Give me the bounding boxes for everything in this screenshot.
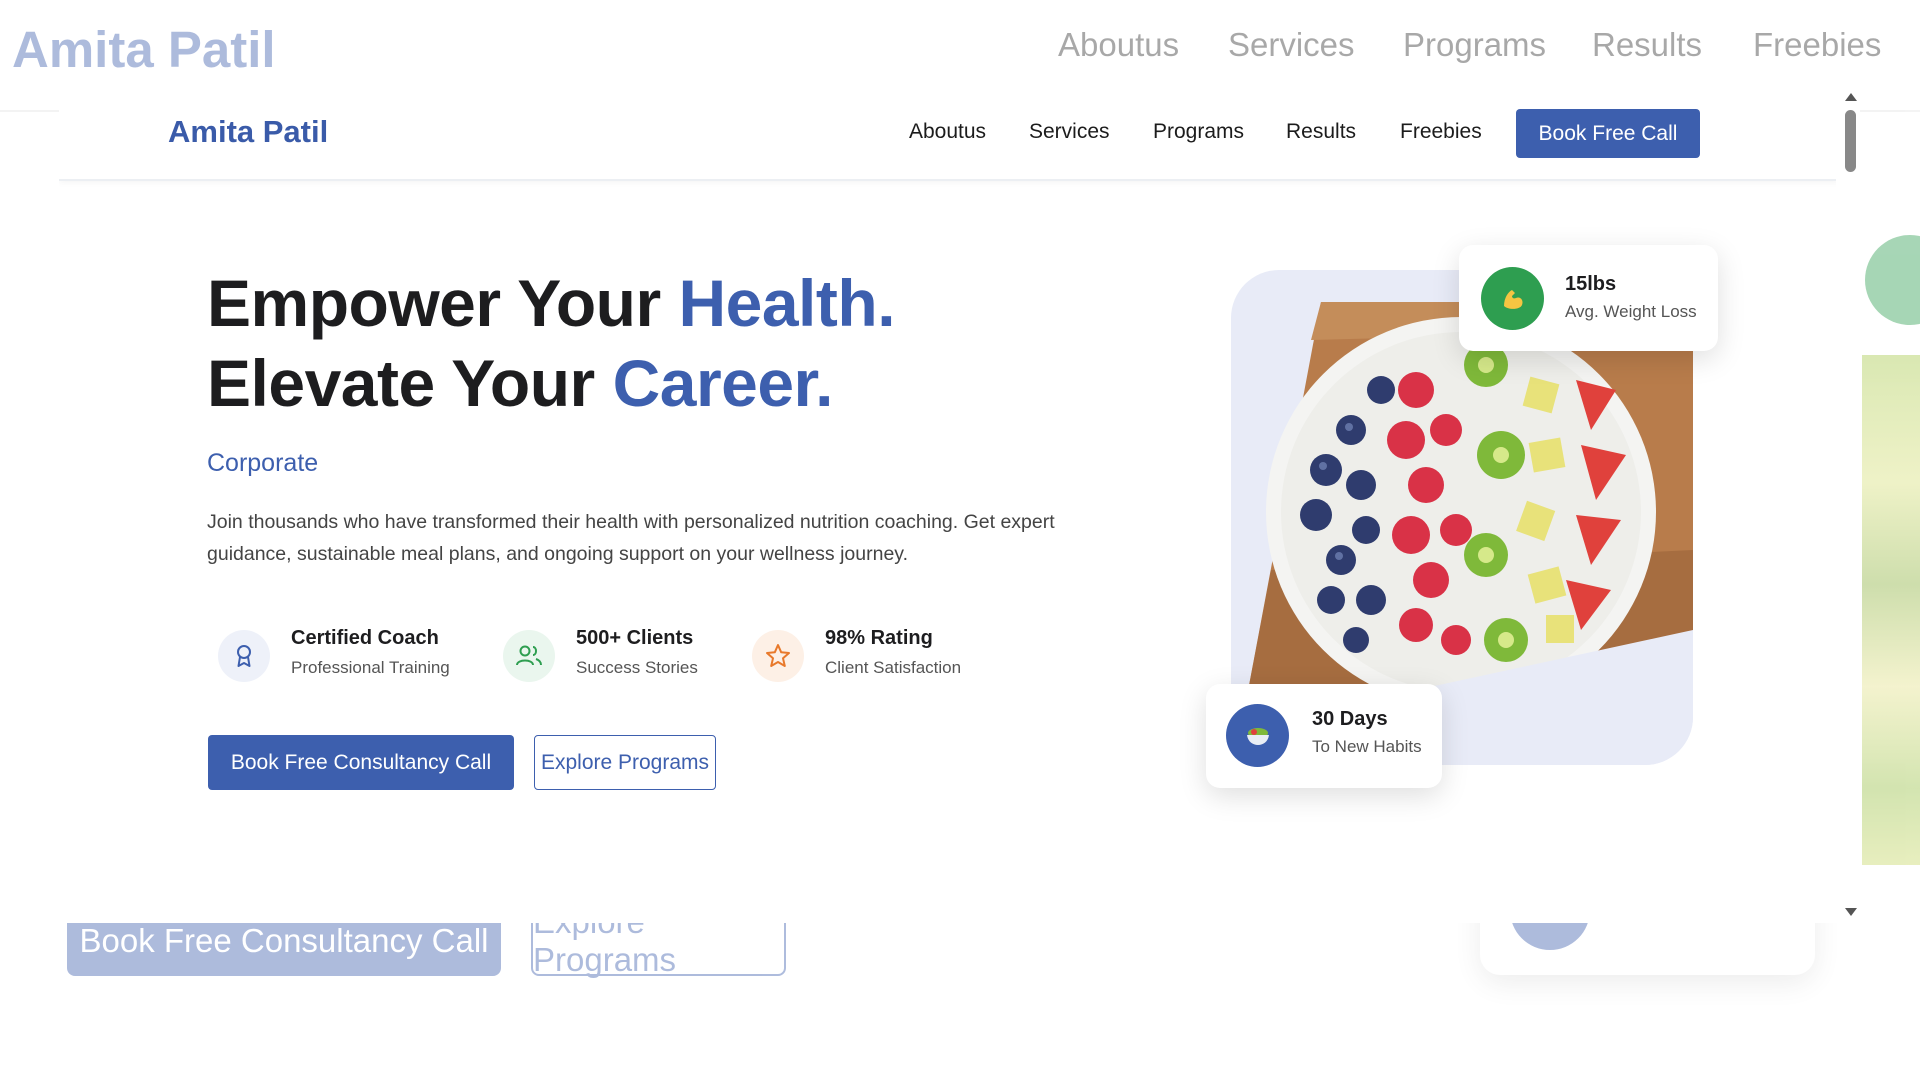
brand-logo[interactable]: Amita Patil bbox=[168, 114, 328, 150]
stat-subtitle: Professional Training bbox=[291, 658, 450, 677]
nav-programs[interactable]: Programs bbox=[1153, 120, 1244, 144]
habits-card-subtitle: To New Habits bbox=[1312, 737, 1422, 756]
explore-programs-button[interactable]: Explore Programs bbox=[534, 735, 716, 790]
weight-card-subtitle: Avg. Weight Loss bbox=[1565, 302, 1697, 321]
scroll-up-arrow-icon[interactable] bbox=[1845, 93, 1857, 101]
salad-bowl-icon bbox=[1226, 704, 1289, 767]
award-icon bbox=[218, 630, 270, 682]
bg-nav-services: Services bbox=[1228, 26, 1355, 63]
habits-card: 30 Days To New Habits bbox=[1206, 684, 1442, 788]
bg-nav-freebies: Freebies bbox=[1753, 26, 1882, 63]
stat-title: 500+ Clients bbox=[576, 627, 694, 649]
hero-title-line2: Elevate Your Career. bbox=[207, 343, 895, 423]
bg-brand: Amita Patil bbox=[12, 21, 276, 78]
stat-subtitle: Success Stories bbox=[576, 658, 698, 677]
hero-line2-accent: Career. bbox=[612, 346, 834, 420]
flexed-biceps-icon bbox=[1481, 267, 1544, 330]
bg-fruit-image bbox=[1862, 355, 1920, 865]
hero-tagline: Corporate bbox=[207, 449, 319, 477]
stat-subtitle: Client Satisfaction bbox=[825, 658, 962, 677]
stat-title: Certified Coach bbox=[291, 627, 439, 649]
book-consultancy-button[interactable]: Book Free Consultancy Call bbox=[208, 735, 514, 790]
hero-line1-accent: Health. bbox=[678, 266, 896, 340]
users-icon bbox=[503, 630, 555, 682]
nav-freebies[interactable]: Freebies bbox=[1400, 120, 1482, 144]
habits-card-title: 30 Days bbox=[1312, 708, 1388, 730]
scrollbar[interactable] bbox=[1836, 91, 1860, 923]
page-window: Amita Patil Aboutus Services Programs Re… bbox=[59, 95, 1859, 923]
weight-loss-card: 15lbs Avg. Weight Loss bbox=[1459, 245, 1718, 351]
nav-results[interactable]: Results bbox=[1286, 120, 1356, 144]
stat-title: 98% Rating bbox=[825, 627, 933, 649]
nav-services[interactable]: Services bbox=[1029, 120, 1110, 144]
star-icon bbox=[752, 630, 804, 682]
hero-title: Empower Your Health. Elevate Your Career… bbox=[207, 263, 896, 423]
book-free-call-button[interactable]: Book Free Call bbox=[1516, 109, 1700, 158]
scrollbar-thumb[interactable] bbox=[1845, 110, 1856, 172]
bg-nav-programs: Programs bbox=[1403, 26, 1547, 63]
weight-card-title: 15lbs bbox=[1565, 273, 1617, 295]
nav-aboutus[interactable]: Aboutus bbox=[909, 120, 986, 144]
site-header: Amita Patil Aboutus Services Programs Re… bbox=[59, 95, 1839, 181]
hero-line1-prefix: Empower Your bbox=[207, 266, 679, 340]
hero-line2-prefix: Elevate Your bbox=[207, 346, 613, 420]
bg-nav-results: Results bbox=[1592, 26, 1703, 63]
bg-weight-icon-circle bbox=[1865, 235, 1920, 325]
hero-description: Join thousands who have transformed thei… bbox=[207, 511, 1055, 565]
hero-title-line1: Empower Your Health. bbox=[207, 263, 896, 343]
scroll-down-arrow-icon[interactable] bbox=[1845, 908, 1857, 916]
bg-nav-aboutus: Aboutus bbox=[1058, 26, 1180, 63]
